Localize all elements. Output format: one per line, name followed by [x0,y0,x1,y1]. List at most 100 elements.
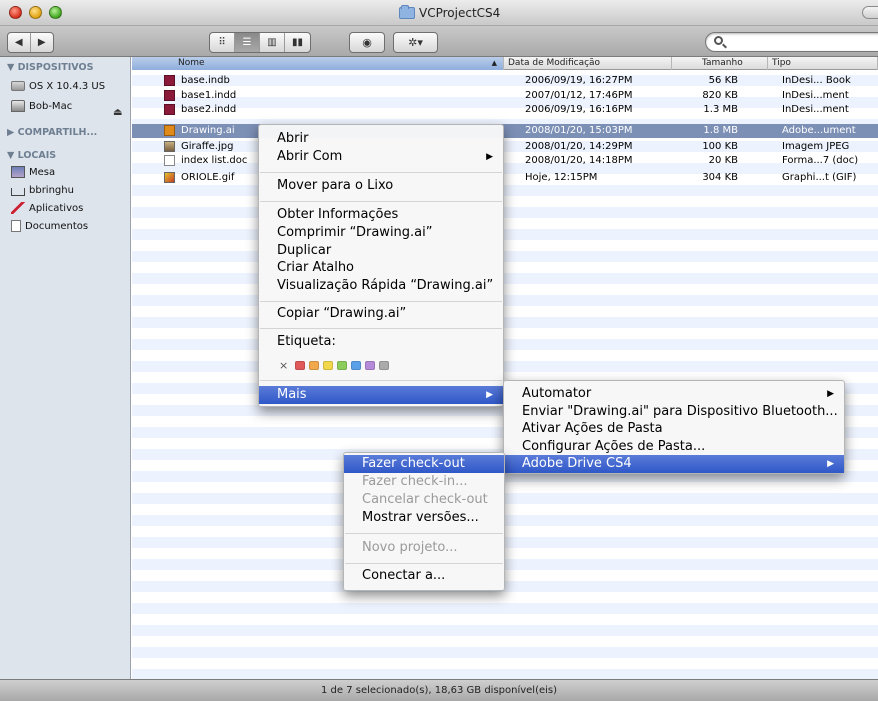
label-gray-swatch[interactable] [379,361,389,370]
label-red-swatch[interactable] [295,361,305,370]
file-row[interactable]: Giraffe.jpg 2008/01/20, 14:29PM 100 KB I… [132,141,878,152]
sidebar-item-label: bbringhu [29,184,74,196]
file-row[interactable]: ORIOLE.gif Hoje, 12:15PM 304 KB Graphi..… [132,172,878,183]
file-kind: Imagem JPEG [782,141,850,152]
file-name: Drawing.ai [181,125,235,136]
menu-item-get-info[interactable]: Obter Informações [259,206,503,224]
menu-item-copy[interactable]: Copiar “Drawing.ai” [259,305,503,323]
file-kind: InDesi... Book [782,75,851,86]
forward-button[interactable]: ▶ [31,33,53,52]
file-row[interactable]: base2.indd 2006/09/19, 16:16PM 1.3 MB In… [132,104,878,115]
adobe-drive-submenu: Fazer check-out Fazer check-in... Cancel… [343,452,505,591]
column-header-size[interactable]: Tamanho [672,57,768,70]
menu-item-label: Adobe Drive CS4 [522,456,632,471]
menu-item-make-alias[interactable]: Criar Atalho [259,259,503,277]
sidebar-item-home[interactable]: bbringhu [11,182,74,198]
toolbar: ◀ ▶ ⠿ ☰ ▥ ▮▮ ◉ ✲▾ [0,26,878,57]
documents-icon [11,220,21,232]
icon-view-button[interactable]: ⠿ [210,33,235,52]
menu-item-automator[interactable]: Automator ▶ [504,385,844,403]
menu-item-connect[interactable]: Conectar a... [344,567,504,585]
menu-item-check-out[interactable]: Fazer check-out [344,455,504,473]
back-button[interactable]: ◀ [8,33,31,52]
search-input[interactable] [705,32,878,52]
column-header-row: Nome ▲ Data de Modificação Tamanho Tipo [132,57,878,70]
menu-item-move-to-trash[interactable]: Mover para o Lixo [259,177,503,195]
label-blue-swatch[interactable] [351,361,361,370]
menu-item-label-heading: Etiqueta: [277,334,336,349]
menu-item-adobe-drive[interactable]: Adobe Drive CS4 ▶ [504,455,844,473]
column-header-kind[interactable]: Tipo [768,57,878,70]
list-view-button[interactable]: ☰ [235,33,260,52]
sidebar-section-shared[interactable]: ▶ COMPARTILH... [7,127,97,138]
sidebar-item-os-x[interactable]: OS X 10.4.3 US [11,78,105,94]
file-date: 2007/01/12, 17:46PM [525,90,633,101]
indesign-document-icon [164,90,175,101]
menu-item-label: Abrir Com [277,149,343,164]
menu-item-open-with[interactable]: Abrir Com ▶ [259,148,503,166]
file-date: 2008/01/20, 14:18PM [525,155,633,166]
file-date: 2006/09/19, 16:27PM [525,75,633,86]
column-header-name[interactable]: Nome ▲ [132,57,504,70]
label-purple-swatch[interactable] [365,361,375,370]
label-orange-swatch[interactable] [309,361,319,370]
file-row[interactable]: base1.indd 2007/01/12, 17:46PM 820 KB In… [132,90,878,101]
file-kind: InDesi...ment [782,104,849,115]
menu-item-show-versions[interactable]: Mostrar versões... [344,509,504,527]
file-date: 2008/01/20, 15:03PM [525,125,633,136]
file-name: base2.indd [181,104,237,115]
zoom-window-button[interactable] [49,6,62,19]
sidebar-item-label: Bob-Mac [29,100,73,112]
folder-icon [399,5,415,19]
label-green-swatch[interactable] [337,361,347,370]
file-row[interactable]: base.indb 2006/09/19, 16:27PM 56 KB InDe… [132,75,878,86]
menu-item-label: Automator [522,386,592,401]
action-menu-button[interactable]: ✲▾ [393,32,438,53]
toolbar-toggle-button[interactable] [862,6,878,19]
menu-item-more[interactable]: Mais ▶ [259,386,503,404]
menu-item-enable-folder-actions[interactable]: Ativar Ações de Pasta [504,420,844,438]
menu-item-configure-folder-actions[interactable]: Configurar Ações de Pasta... [504,438,844,456]
menu-item-duplicate[interactable]: Duplicar [259,242,503,260]
file-name: base.indb [181,75,230,86]
minimize-window-button[interactable] [29,6,42,19]
search-icon [714,36,723,45]
sidebar-item-label: OS X 10.4.3 US [29,80,106,92]
quick-look-button[interactable]: ◉ [349,32,385,53]
menu-item-cancel-check-out: Cancelar check-out [362,492,488,507]
menu-separator [345,563,503,564]
menu-separator [260,172,502,173]
file-row[interactable]: index list.doc 2008/01/20, 14:18PM 20 KB… [132,155,878,166]
menu-item-compress[interactable]: Comprimir “Drawing.ai” [259,224,503,242]
sidebar-item-mesa[interactable]: Mesa [11,164,55,180]
menu-item-quick-look[interactable]: Visualização Rápida “Drawing.ai” [259,277,503,295]
hard-disk-icon [11,81,25,91]
indesign-book-icon [164,75,175,86]
sort-ascending-icon: ▲ [491,59,497,67]
label-none-button[interactable]: × [279,359,291,372]
eject-icon[interactable]: ⏏ [113,107,122,118]
menu-separator [260,380,502,381]
label-yellow-swatch[interactable] [323,361,333,370]
submenu-arrow-icon: ▶ [486,152,493,162]
file-row-selected[interactable]: Drawing.ai 2008/01/20, 15:03PM 1.8 MB Ad… [132,124,878,138]
sidebar-section-devices[interactable]: ▼ DISPOSITIVOS [7,62,93,73]
menu-item-check-in: Fazer check-in... [362,474,468,489]
context-menu: Abrir Abrir Com ▶ Mover para o Lixo Obte… [258,124,504,407]
sidebar-item-applications[interactable]: Aplicativos [11,200,83,216]
menu-item-label: Mais [277,387,307,402]
column-header-date[interactable]: Data de Modificação [504,57,672,70]
cover-flow-button[interactable]: ▮▮ [285,33,310,52]
sidebar-section-places[interactable]: ▼ LOCAIS [7,150,56,161]
sidebar-item-bob-mac[interactable]: Bob-Mac [11,98,72,114]
file-size: 100 KB [702,141,738,152]
gif-image-icon [164,172,175,183]
menu-item-open[interactable]: Abrir [259,130,503,148]
finder-window: VCProjectCS4 ◀ ▶ ⠿ ☰ ▥ ▮▮ ◉ ✲▾ ▼ DISPOSI… [0,0,878,701]
close-window-button[interactable] [9,6,22,19]
menu-item-send-bluetooth[interactable]: Enviar "Drawing.ai" para Dispositivo Blu… [504,403,844,421]
desktop-icon [11,166,25,178]
sidebar-item-documents[interactable]: Documentos [11,218,88,234]
column-view-button[interactable]: ▥ [260,33,285,52]
file-name: index list.doc [181,155,248,166]
